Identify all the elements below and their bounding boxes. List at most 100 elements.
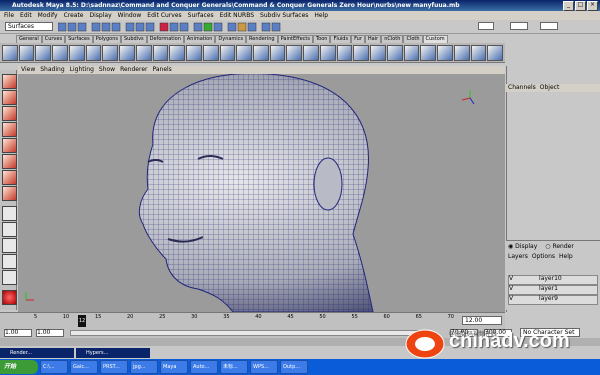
- render-icon[interactable]: [2, 290, 17, 305]
- layer-menu-options[interactable]: Options: [532, 253, 555, 260]
- menu-edit[interactable]: Edit: [20, 11, 32, 20]
- menu-help[interactable]: Help: [314, 11, 328, 20]
- shelf-tool-icon[interactable]: [35, 45, 52, 61]
- shelf-tool-icon[interactable]: [470, 45, 487, 61]
- shelf-tool-icon[interactable]: [303, 45, 319, 61]
- layer-visibility[interactable]: V: [509, 295, 513, 302]
- tab-general[interactable]: General: [16, 35, 42, 43]
- taskbar-button[interactable]: Maya: [160, 360, 188, 374]
- shelf-tool-icon[interactable]: [286, 45, 303, 61]
- menu-edit-curves[interactable]: Edit Curves: [147, 11, 181, 20]
- tab-cloth[interactable]: Cloth: [403, 35, 423, 43]
- tab-surfaces[interactable]: Surfaces: [65, 35, 93, 43]
- channel-box-tab-channels[interactable]: Channels: [508, 84, 536, 92]
- start-button[interactable]: 开始: [0, 360, 38, 374]
- menu-file[interactable]: File: [4, 11, 14, 20]
- numeric-input-x[interactable]: [478, 22, 494, 30]
- hypershade-layout-icon[interactable]: [2, 270, 17, 285]
- minimized-render-window[interactable]: Render...: [0, 348, 74, 358]
- shelf-tool-icon[interactable]: [269, 45, 286, 61]
- taskbar-button[interactable]: Outp...: [280, 360, 308, 374]
- tab-rendering[interactable]: Rendering: [246, 35, 278, 43]
- shelf-tool-icon[interactable]: [85, 45, 102, 61]
- layer-row[interactable]: V layer9: [508, 295, 598, 305]
- range-bar[interactable]: [70, 330, 420, 336]
- panel-menu-shading[interactable]: Shading: [40, 66, 64, 74]
- taskbar-button[interactable]: Auto...: [190, 360, 218, 374]
- shelf-tool-icon[interactable]: [420, 45, 437, 61]
- shelf-tool-icon[interactable]: [403, 45, 420, 61]
- current-time-marker[interactable]: 12: [78, 315, 86, 327]
- shelf-tool-icon[interactable]: [169, 45, 186, 61]
- display-radio[interactable]: ◉ Display: [508, 243, 537, 250]
- menu-display[interactable]: Display: [90, 11, 112, 20]
- persp-graph-layout-icon[interactable]: [2, 254, 17, 269]
- taskbar-button[interactable]: C:\...: [40, 360, 68, 374]
- shelf-tool-icon[interactable]: [453, 45, 470, 61]
- shelf-tool-icon[interactable]: [386, 45, 403, 61]
- playback-start-field[interactable]: 1.00: [36, 329, 64, 337]
- panel-menu-show[interactable]: Show: [99, 66, 115, 74]
- tab-fur[interactable]: Fur: [351, 35, 365, 43]
- shelf-tool-icon[interactable]: [152, 45, 169, 61]
- taskbar-button[interactable]: jpg...: [130, 360, 158, 374]
- menu-edit-nurbs[interactable]: Edit NURBS: [220, 11, 254, 20]
- manipulator-tool-icon[interactable]: [2, 170, 17, 185]
- tab-toon[interactable]: Toon: [312, 35, 331, 43]
- panel-menu-renderer[interactable]: Renderer: [120, 66, 147, 74]
- shelf-tool-icon[interactable]: [119, 45, 135, 61]
- tab-custom[interactable]: Custom: [422, 35, 448, 43]
- select-tool-icon[interactable]: [2, 74, 17, 89]
- shelf-tool-icon[interactable]: [202, 45, 219, 61]
- perspective-viewport[interactable]: [18, 74, 505, 312]
- close-button[interactable]: ×: [587, 1, 598, 11]
- shelf-tool-icon[interactable]: [319, 45, 336, 61]
- menu-modify[interactable]: Modify: [38, 11, 58, 20]
- shelf-tool-icon[interactable]: [52, 45, 68, 61]
- shelf-tool-icon[interactable]: [253, 45, 269, 61]
- shelf-tool-icon[interactable]: [487, 45, 504, 61]
- maximize-button[interactable]: □: [575, 1, 586, 11]
- layer-menu-help[interactable]: Help: [559, 253, 573, 260]
- channel-box-tab-object[interactable]: Object: [540, 84, 560, 92]
- tab-deformation[interactable]: Deformation: [146, 35, 184, 43]
- layer-visibility[interactable]: V: [509, 275, 513, 282]
- lasso-tool-icon[interactable]: [2, 90, 17, 105]
- layer-row[interactable]: V layer1: [508, 285, 598, 295]
- persp-outliner-layout-icon[interactable]: [2, 238, 17, 253]
- tab-animation[interactable]: Animation: [183, 35, 216, 43]
- tab-hair[interactable]: Hair: [364, 35, 382, 43]
- numeric-input-z[interactable]: [540, 22, 558, 30]
- shelf-tool-icon[interactable]: [186, 45, 202, 61]
- panel-menu-panels[interactable]: Panels: [152, 66, 171, 74]
- taskbar-button[interactable]: Gaic...: [70, 360, 98, 374]
- tab-dynamics[interactable]: Dynamics: [215, 35, 247, 43]
- taskbar-button[interactable]: PRST...: [100, 360, 128, 374]
- menu-surfaces[interactable]: Surfaces: [188, 11, 214, 20]
- minimize-button[interactable]: _: [563, 1, 574, 11]
- shelf-tool-icon[interactable]: [2, 45, 18, 61]
- tab-polygons[interactable]: Polygons: [92, 35, 121, 43]
- four-view-layout-icon[interactable]: [2, 222, 17, 237]
- layer-row[interactable]: V layer10: [508, 275, 598, 285]
- start-time-field[interactable]: 1.00: [4, 329, 32, 337]
- tab-curves[interactable]: Curves: [41, 35, 66, 43]
- shelf-tool-icon[interactable]: [219, 45, 236, 61]
- paint-select-tool-icon[interactable]: [2, 106, 17, 121]
- shelf-tool-icon[interactable]: [353, 45, 370, 61]
- tab-painteffects[interactable]: PaintEffects: [277, 35, 313, 43]
- layer-menu-layers[interactable]: Layers: [508, 253, 528, 260]
- shelf-tool-icon[interactable]: [102, 45, 119, 61]
- menu-create[interactable]: Create: [64, 11, 84, 20]
- menu-subdiv-surfaces[interactable]: Subdiv Surfaces: [260, 11, 308, 20]
- taskbar-button[interactable]: 未标...: [220, 360, 248, 374]
- numeric-input-y[interactable]: [510, 22, 528, 30]
- single-view-layout-icon[interactable]: [2, 206, 17, 221]
- shelf-tool-icon[interactable]: [68, 45, 85, 61]
- taskbar-button[interactable]: WPS...: [250, 360, 278, 374]
- tab-fluids[interactable]: Fluids: [330, 35, 352, 43]
- shelf-tool-icon[interactable]: [236, 45, 253, 61]
- current-time-field[interactable]: 12.00: [462, 316, 502, 325]
- layer-visibility[interactable]: V: [509, 285, 513, 292]
- move-tool-icon[interactable]: [2, 122, 17, 137]
